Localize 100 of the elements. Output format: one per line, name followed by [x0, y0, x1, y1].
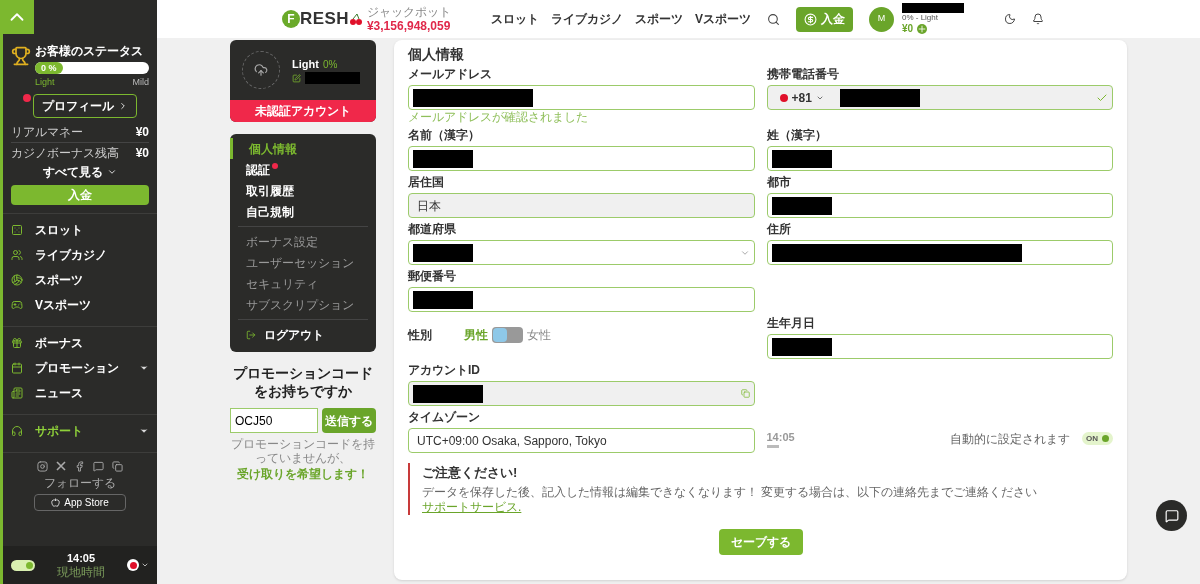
field-label: タイムゾーン [408, 409, 481, 426]
menu-item[interactable]: ユーザーセッション [238, 252, 368, 273]
sidebar-item[interactable]: スロット [3, 217, 157, 243]
field-label: メールアドレス [408, 66, 493, 83]
app-store-button[interactable]: App Store [34, 493, 126, 511]
auto-label: 自動的に設定されます [950, 430, 1070, 448]
auto-toggle[interactable]: ON [1082, 432, 1113, 445]
gender-toggle[interactable] [492, 327, 523, 343]
ball-icon [11, 274, 23, 286]
promo-code-field[interactable]: OCJ50 [230, 408, 318, 433]
input-field[interactable]: 日本 [408, 193, 755, 218]
trophy-icon [11, 46, 31, 66]
country-code[interactable]: +81 [771, 88, 832, 107]
moon-icon[interactable] [1003, 13, 1016, 25]
redaction-bar [771, 196, 832, 215]
input-field[interactable] [408, 381, 755, 406]
profile-button[interactable]: プロフィール [33, 93, 137, 118]
redaction-bar [413, 384, 483, 403]
calendar-icon [11, 362, 23, 374]
logout-button[interactable]: ログアウト [238, 319, 368, 348]
logout-icon [246, 330, 256, 340]
nav-link[interactable]: Vスポーツ [694, 10, 751, 28]
user-level: 0% - Light [901, 13, 939, 23]
status-title: お客様のステータス [35, 43, 144, 60]
input-field[interactable] [408, 146, 755, 171]
field-label: 都道府県 [408, 221, 457, 238]
timezone-time: 14:05 [766, 429, 795, 445]
logo[interactable]: F RESH [282, 6, 363, 32]
jackpot-amount: ¥3,156,948,059 [366, 18, 451, 33]
apple-icon [51, 497, 61, 507]
chat-button[interactable] [1156, 500, 1187, 531]
redaction-bar [413, 243, 473, 262]
balance-label: カジノボーナス残高 [11, 144, 119, 162]
menu-item[interactable]: セキュリティ [238, 273, 368, 294]
nav-link[interactable]: ライブカジノ [550, 10, 623, 28]
input-field[interactable] [408, 287, 755, 312]
field-label: 居住国 [408, 174, 445, 191]
field-label: 住所 [766, 221, 792, 238]
dice-icon [11, 224, 23, 236]
headset-icon [11, 425, 23, 437]
menu-item[interactable]: 取引履歴 [230, 180, 376, 201]
edit-icon[interactable] [292, 73, 301, 83]
menu-item[interactable]: 認証 [230, 159, 376, 180]
menu-item[interactable]: ボーナス設定 [238, 231, 368, 252]
upload-icon [254, 63, 268, 77]
redaction-bar [901, 3, 964, 13]
sidebar-item[interactable]: サポート [3, 418, 157, 444]
gender-option[interactable]: 女性 [527, 326, 551, 344]
sidebar-item[interactable]: スポーツ [3, 267, 157, 293]
chat-icon[interactable] [93, 460, 104, 472]
coin-icon [803, 12, 817, 26]
input-field[interactable] [766, 193, 1113, 218]
gift-icon [11, 337, 23, 349]
field-label: 名前（漢字） [408, 127, 481, 144]
status-percent: 0 % [35, 62, 63, 74]
notice-title: ご注意ください! [422, 464, 519, 482]
sidebar-item[interactable]: ボーナス [3, 330, 157, 356]
input-field[interactable] [408, 85, 755, 110]
nav-link[interactable]: スロット [490, 10, 539, 28]
chat-bubble-icon [1164, 508, 1179, 523]
sidebar-item[interactable]: ニュース [3, 380, 157, 406]
menu-item[interactable]: 個人情報 [230, 138, 376, 159]
sidebar-item[interactable]: プロモーション [3, 355, 157, 381]
field-label: 携帯電話番号 [766, 66, 840, 83]
sidebar-item[interactable]: Vスポーツ [3, 292, 157, 318]
promo-title: プロモーションコードをお持ちですか [232, 364, 374, 400]
level-percent: 0% [322, 57, 338, 72]
timezone-field[interactable]: UTC+09:00 Osaka, Sapporo, Tokyo [408, 428, 755, 453]
promo-note: プロモーションコードを持っていませんが、 [230, 437, 376, 465]
menu-item[interactable]: 自己規制 [230, 201, 376, 222]
notice-text: データを保存した後、記入した情報は編集できなくなります！ 変更する場合は、以下の連絡先までご連絡ください [422, 484, 1038, 499]
menu-item[interactable]: サブスクリプション [238, 294, 368, 315]
input-field[interactable] [766, 146, 1113, 171]
see-all-button[interactable]: すべて見る [43, 162, 117, 181]
clock-caption: 現地時間 [57, 564, 105, 579]
balance-value: ¥0 [135, 144, 149, 162]
search-icon[interactable] [766, 12, 780, 26]
jackpot-label: ジャックポット [366, 5, 451, 19]
field-label: 生年月日 [766, 315, 816, 332]
x-logo-icon[interactable] [56, 461, 66, 471]
add-funds-icon[interactable] [917, 24, 928, 34]
follow-text: フォローする [44, 474, 116, 492]
select-field[interactable] [408, 240, 755, 265]
facebook-icon[interactable] [74, 460, 85, 472]
balance-value: ¥0 [135, 123, 149, 141]
input-field[interactable] [766, 334, 1113, 359]
bell-icon[interactable] [1031, 13, 1044, 25]
language-selector[interactable] [127, 559, 149, 571]
phone-field[interactable]: +81 [766, 85, 1113, 110]
nav-link[interactable]: スポーツ [634, 10, 683, 28]
redaction-bar [305, 72, 360, 85]
level-name: Light [292, 56, 319, 72]
redaction-bar [771, 149, 832, 168]
sidebar-item[interactable]: ライブカジノ [3, 242, 157, 268]
theme-toggle[interactable] [11, 559, 35, 571]
time-caption [766, 445, 779, 449]
instagram-icon[interactable] [37, 460, 48, 472]
input-field[interactable] [766, 240, 1113, 265]
user-balance: ¥0 [901, 23, 914, 35]
chevron-right-icon [118, 100, 128, 111]
